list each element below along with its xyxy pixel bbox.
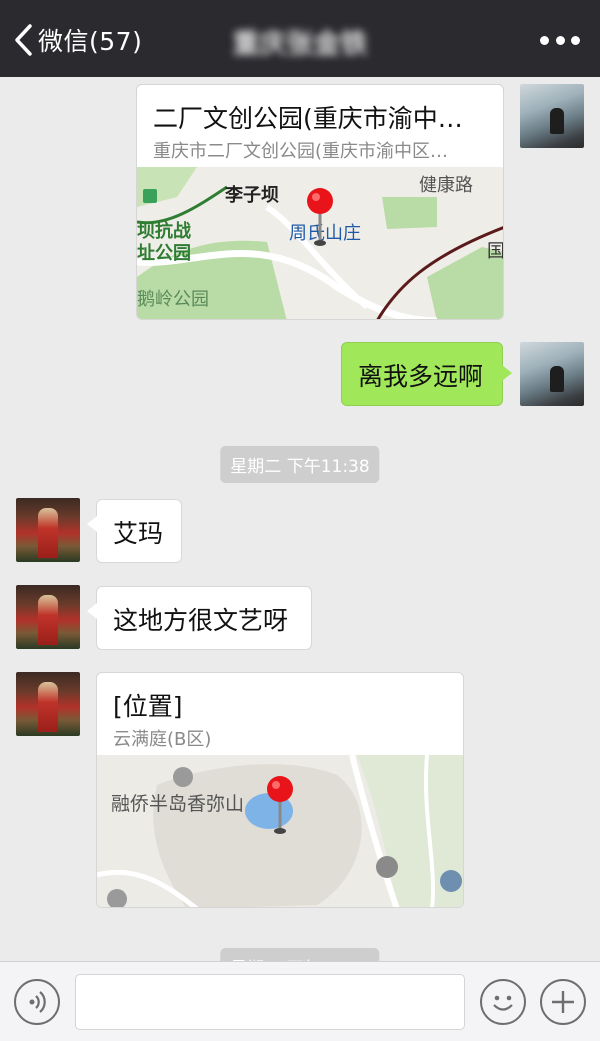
- location-card-incoming[interactable]: [位置] 云满庭(B区) 融侨半岛香弥山: [96, 672, 464, 908]
- avatar-self[interactable]: [520, 84, 584, 148]
- avatar-contact[interactable]: [16, 498, 80, 562]
- message-bubble-incoming[interactable]: 这地方很文艺呀: [87, 586, 312, 650]
- message-input[interactable]: [75, 974, 465, 1030]
- location-map: 融侨半岛香弥山: [97, 755, 463, 907]
- avatar-contact[interactable]: [16, 672, 80, 736]
- chat-title: 重庆张金铁: [232, 29, 368, 60]
- map-label-rongqiao: 融侨半岛香弥山: [111, 793, 245, 815]
- map-label-lizi: 李子坝: [225, 185, 279, 206]
- timestamp-label: 星期二 下午11:38: [220, 446, 380, 483]
- more-dot: [555, 35, 565, 45]
- location-address: 重庆市二厂文创公园(重庆市渝中区…: [153, 141, 449, 162]
- location-address: 云满庭(B区): [113, 729, 212, 750]
- add-button[interactable]: [540, 979, 586, 1025]
- voice-button[interactable]: [14, 979, 60, 1025]
- location-card-outgoing[interactable]: 二厂文创公园(重庆市渝中… 重庆市二厂文创公园(重庆市渝中区… 李子坝 健康路 …: [136, 84, 504, 320]
- location-title: 二厂文创公园(重庆市渝中…: [153, 104, 463, 133]
- emoji-button[interactable]: [480, 979, 526, 1025]
- more-dot: [540, 35, 549, 45]
- voice-icon: [29, 991, 46, 1013]
- more-button[interactable]: [540, 28, 580, 52]
- message-bubble-outgoing[interactable]: 离我多远啊: [341, 342, 512, 406]
- more-dot: [571, 35, 580, 45]
- map-label-jiankang: 健康路: [419, 175, 473, 196]
- location-pin-icon: [307, 188, 333, 246]
- location-pin-icon: [267, 776, 293, 834]
- location-map: 李子坝 健康路 周氏山庄 坝抗战 址公园 鹅岭公园 国: [137, 167, 503, 319]
- message-bubble-incoming[interactable]: 艾玛: [87, 499, 182, 563]
- emoji-icon: [493, 995, 513, 1011]
- input-bar: [0, 961, 600, 1041]
- map-label-guo: 国: [487, 237, 503, 263]
- map-label-park1b: 址公园: [137, 243, 191, 264]
- plus-icon: [552, 991, 574, 1013]
- avatar-contact[interactable]: [16, 585, 80, 649]
- location-title: [位置]: [113, 692, 183, 721]
- avatar-self[interactable]: [520, 342, 584, 406]
- chat-header: 微信(57) 重庆张金铁: [0, 0, 600, 77]
- map-label-eling: 鹅岭公园: [137, 289, 209, 310]
